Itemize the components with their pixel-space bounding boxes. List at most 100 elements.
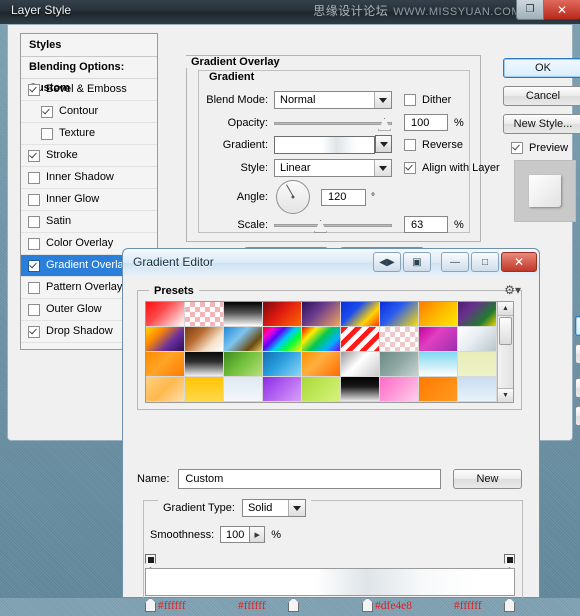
style-item-checkbox[interactable] — [28, 281, 40, 294]
style-item-checkbox[interactable] — [28, 149, 40, 162]
preset-swatch[interactable] — [224, 352, 263, 377]
gradient-preview[interactable] — [274, 136, 375, 154]
ok-button[interactable]: OK — [503, 58, 580, 78]
preset-swatch[interactable] — [146, 327, 185, 352]
ge-load-button[interactable]: Load... — [575, 378, 580, 398]
new-style-button[interactable]: New Style... — [503, 114, 580, 134]
align-with-layer-checkbox[interactable]: Align with Layer — [404, 162, 500, 174]
preset-swatch[interactable] — [185, 302, 224, 327]
style-item-inner-glow[interactable]: Inner Glow — [21, 189, 157, 211]
style-item-texture[interactable]: Texture — [21, 123, 157, 145]
scrollbar-thumb[interactable] — [499, 317, 512, 345]
preset-swatch[interactable] — [380, 327, 419, 352]
preset-swatch[interactable] — [302, 302, 341, 327]
style-select[interactable]: Linear — [274, 159, 392, 177]
preset-swatch[interactable] — [341, 377, 380, 402]
scale-input[interactable]: 63 — [404, 216, 448, 233]
gradient-picker-button[interactable] — [375, 135, 392, 153]
style-item-checkbox[interactable] — [28, 303, 40, 316]
ge-ok-button[interactable]: OK — [575, 316, 580, 336]
style-item-checkbox[interactable] — [28, 237, 40, 250]
dither-checkbox[interactable]: Dither — [404, 94, 451, 106]
gradient-strip[interactable] — [145, 568, 515, 596]
preset-swatch[interactable] — [458, 302, 497, 327]
style-item-checkbox[interactable] — [41, 105, 53, 118]
preset-swatch[interactable] — [146, 302, 185, 327]
smoothness-stepper-icon[interactable]: ▶ — [250, 526, 266, 543]
blend-mode-select[interactable]: Normal — [274, 91, 392, 109]
color-stop[interactable] — [504, 598, 515, 612]
preset-swatch[interactable] — [146, 377, 185, 402]
gear-icon[interactable]: ⚙▾ — [504, 283, 521, 297]
preset-swatch[interactable] — [458, 327, 497, 352]
color-stop[interactable] — [145, 598, 156, 612]
style-item-satin[interactable]: Satin — [21, 211, 157, 233]
preset-swatch[interactable] — [263, 352, 302, 377]
dock-icon[interactable]: ▣ — [403, 252, 431, 272]
preset-swatch[interactable] — [419, 352, 458, 377]
ge-cancel-button[interactable]: Cancel — [575, 344, 580, 364]
preset-swatch[interactable] — [341, 302, 380, 327]
style-item-inner-shadow[interactable]: Inner Shadow — [21, 167, 157, 189]
gradient-type-select[interactable]: Solid — [241, 499, 306, 517]
preset-swatch-grid[interactable] — [146, 302, 497, 402]
preset-swatch[interactable] — [341, 352, 380, 377]
reverse-checkbox[interactable]: Reverse — [404, 139, 463, 151]
smoothness-spinbox[interactable]: 100 ▶ — [220, 526, 266, 543]
preset-swatch[interactable] — [419, 302, 458, 327]
minimize-button[interactable]: — — [441, 252, 469, 272]
close-button[interactable]: ✕ — [544, 0, 580, 20]
preset-swatch[interactable] — [380, 377, 419, 402]
color-stop[interactable] — [288, 598, 299, 612]
cancel-button[interactable]: Cancel — [503, 86, 580, 106]
style-item-stroke[interactable]: Stroke — [21, 145, 157, 167]
style-item-contour[interactable]: Contour — [21, 101, 157, 123]
expand-collapse-icon[interactable]: ◀▶ — [373, 252, 401, 272]
preset-swatch[interactable] — [146, 352, 185, 377]
maximize-button[interactable]: □ — [471, 252, 499, 272]
style-item-checkbox[interactable] — [28, 193, 40, 206]
opacity-slider[interactable] — [274, 116, 392, 131]
style-item-checkbox[interactable] — [28, 83, 40, 96]
preset-scrollbar[interactable]: ▲ ▼ — [497, 302, 513, 402]
ge-save-button[interactable]: Save... — [575, 406, 580, 426]
preset-swatch[interactable] — [185, 327, 224, 352]
preset-swatch[interactable] — [419, 377, 458, 402]
preset-swatch[interactable] — [302, 327, 341, 352]
preset-swatch[interactable] — [302, 352, 341, 377]
opacity-stop[interactable] — [504, 554, 515, 568]
blending-options-item[interactable]: Blending Options: Custom — [21, 57, 157, 94]
preset-swatch[interactable] — [380, 352, 419, 377]
preset-swatch[interactable] — [224, 377, 263, 402]
preset-swatch[interactable] — [341, 327, 380, 352]
preset-swatch[interactable] — [302, 377, 341, 402]
style-item-checkbox[interactable] — [28, 171, 40, 184]
style-item-checkbox[interactable] — [28, 259, 40, 272]
preset-swatch[interactable] — [224, 302, 263, 327]
angle-input[interactable]: 120 — [321, 188, 366, 206]
restore-button[interactable]: ❐ — [516, 0, 544, 20]
gradient-editor-close-button[interactable]: ✕ — [501, 252, 537, 272]
scale-slider[interactable] — [274, 218, 392, 233]
style-item-checkbox[interactable] — [28, 325, 40, 338]
preset-swatch[interactable] — [224, 327, 263, 352]
preset-swatch[interactable] — [263, 302, 302, 327]
preset-swatch[interactable] — [380, 302, 419, 327]
preset-swatch[interactable] — [458, 377, 497, 402]
preset-swatch[interactable] — [185, 352, 224, 377]
opacity-stop[interactable] — [145, 554, 156, 568]
preset-swatch[interactable] — [419, 327, 458, 352]
angle-dial[interactable] — [276, 180, 310, 214]
new-button[interactable]: New — [453, 469, 522, 489]
preset-swatch[interactable] — [458, 352, 497, 377]
color-stop[interactable] — [362, 598, 373, 612]
preview-checkbox[interactable]: Preview — [511, 142, 580, 154]
style-item-checkbox[interactable] — [28, 215, 40, 228]
opacity-input[interactable]: 100 — [404, 114, 448, 131]
preset-swatch[interactable] — [263, 327, 302, 352]
preset-swatch[interactable] — [185, 377, 224, 402]
name-input[interactable]: Custom — [178, 469, 442, 489]
scroll-down-icon[interactable]: ▼ — [498, 388, 513, 402]
preset-swatch[interactable] — [263, 377, 302, 402]
style-item-checkbox[interactable] — [41, 127, 53, 140]
